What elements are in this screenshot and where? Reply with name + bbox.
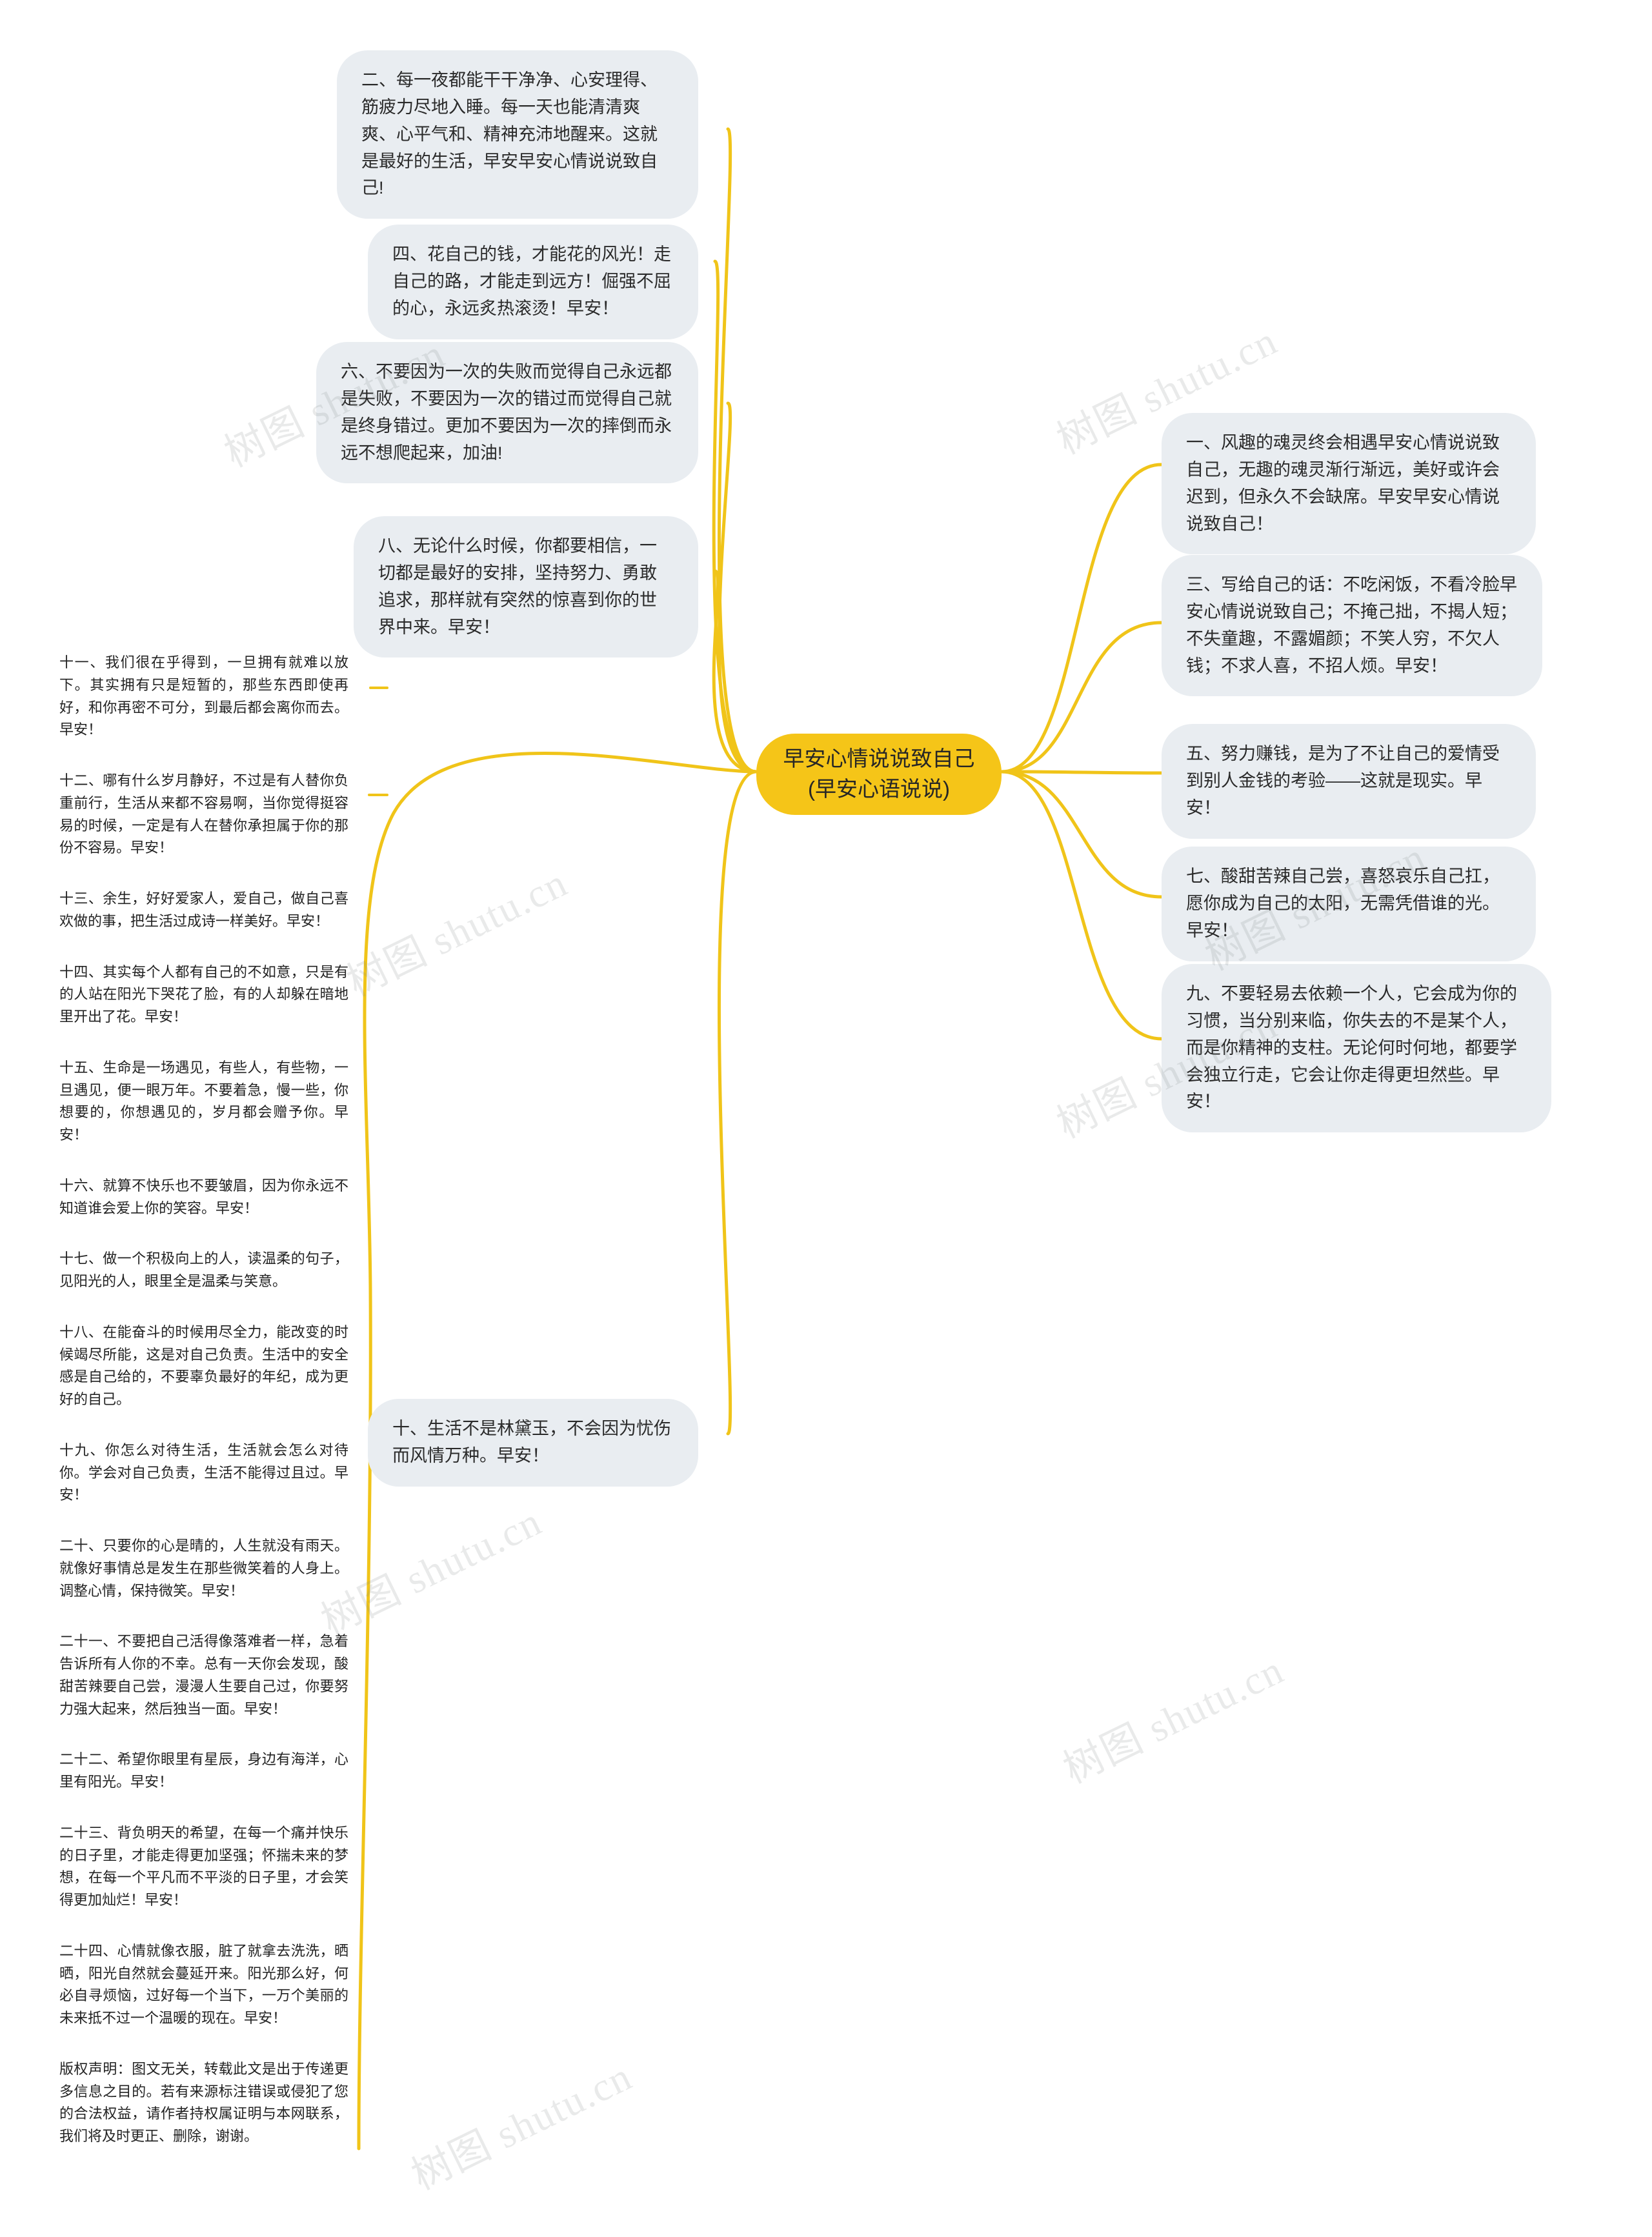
connector-item-10 <box>717 770 758 1436</box>
copyright-disclaimer: 版权声明：图文无关，转载此文是出于传递更多信息之目的。若有来源标注错误或侵犯了您… <box>59 2058 348 2148</box>
list-item[interactable]: 十六、就算不快乐也不要皱眉，因为你永远不知道谁会爱上你的笑容。早安！ <box>59 1175 348 1220</box>
connector-item-7 <box>1000 770 1163 899</box>
list-item-text: 二十、只要你的心是晴的，人生就没有雨天。就像好事情总是发生在那些微笑着的人身上。… <box>59 1538 348 1599</box>
list-item-text: 十二、哪有什么岁月静好，不过是有人替你负重前行，生活从来都不容易啊，当你觉得挺容… <box>59 772 348 856</box>
branch-node-item-10[interactable]: 十、生活不是林黛玉，不会因为忧伤而风情万种。早安！ <box>368 1399 698 1487</box>
list-item-text: 二十二、希望你眼里有星辰，身边有海洋，心里有阳光。早安！ <box>59 1751 348 1790</box>
disclaimer-text: 版权声明：图文无关，转载此文是出于传递更多信息之目的。若有来源标注错误或侵犯了您… <box>59 2060 348 2144</box>
branch-node-text: 四、花自己的钱，才能花的风光！走自己的路，才能走到远方！倔强不屈的心，永远炙热滚… <box>392 245 671 318</box>
list-item[interactable]: 二十一、不要把自己活得像落难者一样，急着告诉所有人你的不幸。总有一天你会发现，酸… <box>59 1630 348 1720</box>
branch-node-text: 二、每一夜都能干干净净、心安理得、筋疲力尽地入睡。每一天也能清清爽爽、心平气和、… <box>361 70 658 198</box>
list-item[interactable]: 十四、其实每个人都有自己的不如意，只是有的人站在阳光下哭花了脸，有的人却躲在暗地… <box>59 961 348 1028</box>
branch-node-item-6[interactable]: 六、不要因为一次的失败而觉得自己永远都是失败，不要因为一次的错过而觉得自己就是终… <box>316 342 698 484</box>
list-item-text: 二十四、心情就像衣服，脏了就拿去洗洗，晒晒，阳光自然就会蔓延开来。阳光那么好，何… <box>59 1942 348 2026</box>
branch-node-text: 十、生活不是林黛玉，不会因为忧伤而风情万种。早安！ <box>392 1419 671 1465</box>
list-item[interactable]: 十三、余生，好好爱家人，爱自己，做自己喜欢做的事，把生活过成诗一样美好。早安！ <box>59 888 348 933</box>
list-item[interactable]: 二十二、希望你眼里有星辰，身边有海洋，心里有阳光。早安！ <box>59 1749 348 1794</box>
connector-item-9 <box>1000 770 1163 1041</box>
branch-node-item-8[interactable]: 八、无论什么时候，你都要相信，一切都是最好的安排，坚持努力、勇敢追求，那样就有突… <box>354 516 698 658</box>
connector-item-2 <box>717 127 758 774</box>
list-item-text: 十五、生命是一场遇见，有些人，有些物，一旦遇见，便一眼万年。不要着急，慢一些，你… <box>59 1059 348 1143</box>
detail-list-column: 十一、我们很在乎得到，一旦拥有就难以放下。其实拥有只是短暂的，那些东西即使再好，… <box>59 652 348 2148</box>
list-item[interactable]: 十八、在能奋斗的时候用尽全力，能改变的时候竭尽所能，这是对自己负责。生活中的安全… <box>59 1321 348 1411</box>
list-item[interactable]: 十五、生命是一场遇见，有些人，有些物，一旦遇见，便一眼万年。不要着急，慢一些，你… <box>59 1057 348 1147</box>
list-item[interactable]: 十二、哪有什么岁月静好，不过是有人替你负重前行，生活从来都不容易啊，当你觉得挺容… <box>59 770 348 859</box>
list-item-text: 二十三、背负明天的希望，在每一个痛并快乐的日子里，才能走得更加坚强；怀揣未来的梦… <box>59 1824 348 1908</box>
connector-item-5 <box>1000 770 1163 775</box>
branch-node-text: 三、写给自己的话：不吃闲饭，不看冷脸早安心情说说致自己；不掩己拙，不揭人短；不失… <box>1186 575 1517 676</box>
connector-item-4 <box>712 259 758 774</box>
branch-node-text: 一、风趣的魂灵终会相遇早安心情说说致自己，无趣的魂灵渐行渐远，美好或许会迟到，但… <box>1186 433 1500 534</box>
list-item[interactable]: 二十四、心情就像衣服，脏了就拿去洗洗，晒晒，阳光自然就会蔓延开来。阳光那么好，何… <box>59 1940 348 2030</box>
list-item-text: 十一、我们很在乎得到，一旦拥有就难以放下。其实拥有只是短暂的，那些东西即使再好，… <box>59 654 348 738</box>
branch-node-text: 六、不要因为一次的失败而觉得自己永远都是失败，不要因为一次的错过而觉得自己就是终… <box>341 362 672 463</box>
list-item-text: 十九、你怎么对待生活，生活就会怎么对待你。学会对自己负责，生活不能得过且过。早安… <box>59 1441 348 1503</box>
list-item[interactable]: 十七、做一个积极向上的人，读温柔的句子，见阳光的人，眼里全是温柔与笑意。 <box>59 1248 348 1293</box>
list-item[interactable]: 二十、只要你的心是晴的，人生就没有雨天。就像好事情总是发生在那些微笑着的人身上。… <box>59 1535 348 1602</box>
branch-node-text: 五、努力赚钱，是为了不让自己的爱情受到别人金钱的考验——这就是现实。早安！ <box>1186 744 1500 818</box>
list-item-text: 十八、在能奋斗的时候用尽全力，能改变的时候竭尽所能，这是对自己负责。生活中的安全… <box>59 1323 348 1407</box>
list-item[interactable]: 十一、我们很在乎得到，一旦拥有就难以放下。其实拥有只是短暂的，那些东西即使再好，… <box>59 652 348 741</box>
list-item-text: 十四、其实每个人都有自己的不如意，只是有的人站在阳光下哭花了脸，有的人却躲在暗地… <box>59 963 348 1025</box>
central-topic-node[interactable]: 早安心情说说致自己(早安心语说说) <box>756 734 1002 815</box>
branch-node-item-2[interactable]: 二、每一夜都能干干净净、心安理得、筋疲力尽地入睡。每一天也能清清爽爽、心平气和、… <box>337 50 698 219</box>
list-item[interactable]: 二十三、背负明天的希望，在每一个痛并快乐的日子里，才能走得更加坚强；怀揣未来的梦… <box>59 1822 348 1912</box>
branch-node-text: 八、无论什么时候，你都要相信，一切都是最好的安排，坚持努力、勇敢追求，那样就有突… <box>378 536 657 637</box>
connector-item-3 <box>1000 621 1163 774</box>
list-item-text: 十三、余生，好好爱家人，爱自己，做自己喜欢做的事，把生活过成诗一样美好。早安！ <box>59 890 348 929</box>
watermark: 树图 shutu.cn <box>1056 1648 1291 1792</box>
branch-node-item-1[interactable]: 一、风趣的魂灵终会相遇早安心情说说致自己，无趣的魂灵渐行渐远，美好或许会迟到，但… <box>1162 413 1536 555</box>
connector-item-8 <box>712 569 758 774</box>
branch-node-item-5[interactable]: 五、努力赚钱，是为了不让自己的爱情受到别人金钱的考验——这就是现实。早安！ <box>1162 724 1536 839</box>
branch-node-text: 七、酸甜苦辣自己尝，喜怒哀乐自己扛，愿你成为自己的太阳，无需凭借谁的光。早安！ <box>1186 867 1500 940</box>
mindmap-canvas: 二、每一夜都能干干净净、心安理得、筋疲力尽地入睡。每一天也能清清爽爽、心平气和、… <box>0 0 1652 2237</box>
branch-node-item-7[interactable]: 七、酸甜苦辣自己尝，喜怒哀乐自己扛，愿你成为自己的太阳，无需凭借谁的光。早安！ <box>1162 847 1536 961</box>
branch-node-item-9[interactable]: 九、不要轻易去依赖一个人，它会成为你的习惯，当分别来临，你失去的不是某个人，而是… <box>1162 964 1551 1133</box>
list-item[interactable]: 十九、你怎么对待生活，生活就会怎么对待你。学会对自己负责，生活不能得过且过。早安… <box>59 1440 348 1507</box>
branch-node-item-4[interactable]: 四、花自己的钱，才能花的风光！走自己的路，才能走到远方！倔强不屈的心，永远炙热滚… <box>368 225 698 339</box>
watermark: 树图 shutu.cn <box>405 2054 640 2199</box>
connector-item-6 <box>717 401 758 774</box>
central-topic-label: 早安心情说说致自己(早安心语说说) <box>783 747 975 801</box>
list-item-text: 十七、做一个积极向上的人，读温柔的句子，见阳光的人，眼里全是温柔与笑意。 <box>59 1250 348 1289</box>
list-item-text: 十六、就算不快乐也不要皱眉，因为你永远不知道谁会爱上你的笑容。早安！ <box>59 1177 348 1216</box>
connector-item-1 <box>1000 463 1163 774</box>
watermark: 树图 shutu.cn <box>340 861 575 1005</box>
branch-node-item-3[interactable]: 三、写给自己的话：不吃闲饭，不看冷脸早安心情说说致自己；不掩己拙，不揭人短；不失… <box>1162 555 1542 697</box>
branch-node-text: 九、不要轻易去依赖一个人，它会成为你的习惯，当分别来临，你失去的不是某个人，而是… <box>1186 984 1517 1112</box>
list-item-text: 二十一、不要把自己活得像落难者一样，急着告诉所有人你的不幸。总有一天你会发现，酸… <box>59 1633 348 1717</box>
